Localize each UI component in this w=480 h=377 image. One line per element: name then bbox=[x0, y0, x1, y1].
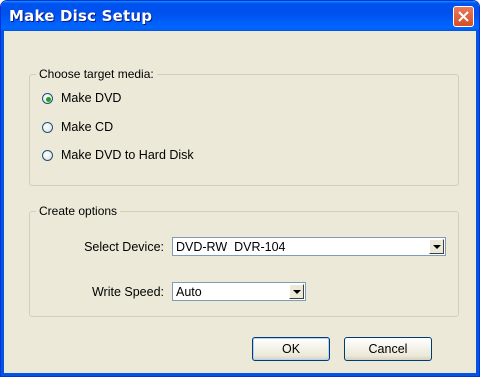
radio-button-icon[interactable] bbox=[42, 93, 53, 104]
radio-make-dvd-label: Make DVD bbox=[61, 91, 122, 105]
target-media-group: Choose target media: Make DVD Make CD Ma… bbox=[29, 67, 459, 186]
window-title: Make Disc Setup bbox=[9, 7, 153, 25]
select-device-dropdown[interactable]: DVD-RW DVR-104 bbox=[172, 237, 446, 256]
create-options-group: Create options Select Device: DVD-RW DVR… bbox=[29, 204, 459, 317]
title-bar[interactable]: Make Disc Setup bbox=[1, 1, 479, 31]
select-device-label: Select Device: bbox=[84, 240, 164, 254]
radio-button-icon[interactable] bbox=[42, 150, 53, 161]
target-media-legend: Choose target media: bbox=[36, 67, 157, 81]
chevron-down-icon bbox=[433, 245, 441, 249]
select-device-value: DVD-RW DVR-104 bbox=[176, 240, 286, 254]
close-icon bbox=[458, 11, 469, 22]
radio-selected-dot bbox=[46, 97, 51, 102]
close-button[interactable] bbox=[453, 6, 474, 27]
write-speed-label: Write Speed: bbox=[91, 285, 164, 299]
radio-button-icon[interactable] bbox=[42, 122, 53, 133]
create-options-legend: Create options bbox=[36, 204, 121, 218]
dropdown-arrow-button[interactable] bbox=[289, 284, 304, 299]
window-frame-bottom bbox=[1, 373, 479, 376]
window-frame-left bbox=[1, 31, 4, 376]
write-speed-value: Auto bbox=[176, 285, 202, 299]
cancel-button[interactable]: Cancel bbox=[344, 337, 432, 361]
ok-button[interactable]: OK bbox=[252, 337, 330, 361]
chevron-down-icon bbox=[293, 290, 301, 294]
dialog-window: Make Disc Setup Choose target media: Mak… bbox=[0, 0, 480, 377]
write-speed-dropdown[interactable]: Auto bbox=[172, 282, 306, 301]
window-frame-right bbox=[476, 31, 479, 376]
radio-make-dvd-to-hard-disk-label: Make DVD to Hard Disk bbox=[61, 148, 194, 162]
radio-make-cd-label: Make CD bbox=[61, 120, 114, 134]
dropdown-arrow-button[interactable] bbox=[429, 239, 444, 254]
